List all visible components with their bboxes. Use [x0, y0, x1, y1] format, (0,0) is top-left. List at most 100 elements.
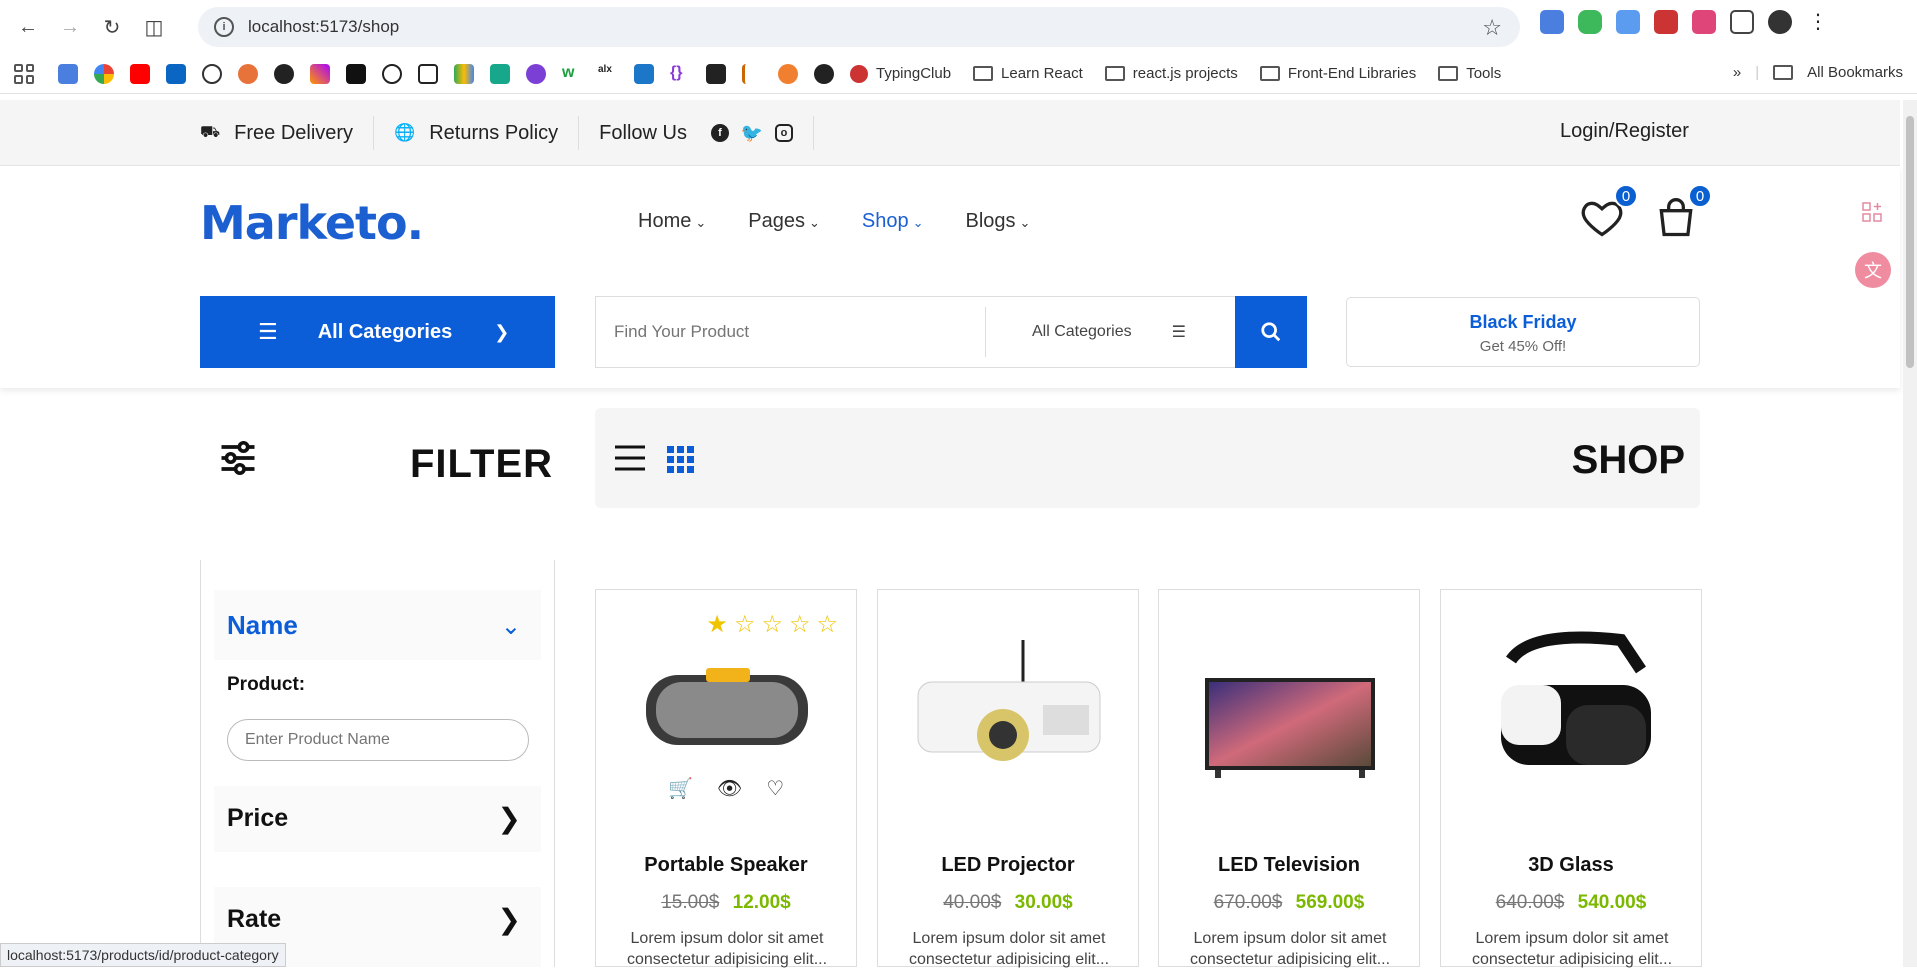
chevron-down-icon: ⌄ — [913, 215, 924, 231]
nav-home[interactable]: Home⌄ — [638, 210, 706, 233]
sliders-icon[interactable] — [216, 436, 260, 480]
black-square-icon[interactable] — [346, 64, 366, 84]
product-card[interactable]: ★ ☆ ☆ ☆ ☆ 🛒 👁 ♡ Portable Speaker 15.00$ … — [595, 589, 857, 967]
product-name[interactable]: LED Television — [1159, 854, 1419, 877]
product-name[interactable]: 3D Glass — [1441, 854, 1701, 877]
e-logo-icon[interactable] — [634, 64, 654, 84]
game-ext-icon[interactable] — [1654, 10, 1678, 34]
facebook-icon[interactable]: f — [711, 124, 729, 142]
notion-icon[interactable] — [418, 64, 438, 84]
scrollbar-thumb[interactable] — [1906, 116, 1914, 368]
product-name-input[interactable] — [227, 719, 529, 761]
bookmark-learn-react[interactable]: Learn React — [973, 65, 1083, 82]
twitter-icon[interactable]: 🐦 — [743, 124, 761, 142]
cart-button[interactable]: 0 — [1654, 196, 1698, 240]
braces-icon[interactable]: {} — [670, 64, 690, 84]
bookmark-typingclub[interactable]: TypingClub — [850, 65, 951, 83]
page-scrollbar[interactable] — [1903, 100, 1917, 967]
filter-price-section[interactable]: Price ❯ — [214, 786, 541, 852]
forward-icon[interactable]: → — [56, 13, 84, 41]
code-icon[interactable] — [706, 64, 726, 84]
gradient-logo-icon[interactable] — [310, 64, 330, 84]
new-price: 12.00$ — [733, 892, 791, 913]
k-logo-icon[interactable] — [490, 64, 510, 84]
youtube-icon[interactable] — [130, 64, 150, 84]
github-icon[interactable] — [814, 64, 834, 84]
grid-view-icon[interactable] — [667, 446, 694, 473]
list-view-icon[interactable] — [613, 444, 647, 472]
back-icon[interactable]: ← — [14, 13, 42, 41]
header-icons: 0 0 — [1580, 196, 1698, 240]
olx-icon[interactable]: alx — [598, 64, 618, 84]
sun-icon[interactable] — [238, 64, 258, 84]
nav-blogs[interactable]: Blogs⌄ — [966, 210, 1031, 233]
shield-ext-icon[interactable] — [1578, 10, 1602, 34]
instagram-icon[interactable]: o — [775, 124, 793, 142]
logo-part2: eto. — [325, 196, 423, 250]
nav-shop[interactable]: Shop⌄ — [862, 210, 924, 233]
filter-header: FILTER — [200, 408, 555, 508]
product-card[interactable]: LED Television 670.00$ 569.00$ Lorem ips… — [1158, 589, 1420, 967]
puzzle-icon[interactable] — [1730, 10, 1754, 34]
reload-icon[interactable]: ↻ — [98, 13, 126, 41]
product-card[interactable]: 3D Glass 640.00$ 540.00$ Lorem ipsum dol… — [1440, 589, 1702, 967]
linkedin-icon[interactable] — [166, 64, 186, 84]
apps-add-icon[interactable] — [1860, 200, 1884, 224]
figure-icon[interactable] — [742, 64, 762, 84]
bookmark-frontend-libraries[interactable]: Front-End Libraries — [1260, 65, 1416, 82]
phone-ext-icon[interactable] — [1616, 10, 1640, 34]
language-ext-icon[interactable] — [1692, 10, 1716, 34]
search-input[interactable] — [596, 307, 986, 357]
heart-icon[interactable]: ♡ — [766, 776, 784, 801]
no-icon[interactable] — [382, 64, 402, 84]
drive-icon[interactable] — [454, 64, 474, 84]
product-name[interactable]: Portable Speaker — [596, 854, 856, 877]
split-view-icon[interactable]: ◫ — [140, 13, 168, 41]
search-button[interactable] — [1235, 296, 1307, 368]
cart-count: 0 — [1688, 184, 1712, 208]
bookmark-label: TypingClub — [876, 65, 951, 82]
folder-icon — [1438, 66, 1458, 81]
site-info-icon[interactable]: i — [214, 17, 234, 37]
bookmark-icons: w alx {} — [58, 64, 834, 84]
shop-toolbar: SHOP — [595, 408, 1700, 508]
product-description: Lorem ipsum dolor sit amet consectetur a… — [616, 928, 838, 970]
bookmark-star-icon[interactable]: ☆ — [1482, 15, 1502, 41]
filter-name-section[interactable]: Name ⌄ — [214, 590, 541, 660]
cart-icon[interactable]: 🛒 — [668, 776, 693, 801]
translate-widget-icon[interactable]: 文 — [1855, 252, 1891, 288]
bookmarks-right: » | All Bookmarks — [1733, 64, 1903, 81]
follow-us: Follow Us f 🐦 o — [599, 116, 814, 150]
returns-policy[interactable]: 🌐 Returns Policy — [394, 116, 579, 150]
login-register-link[interactable]: Login/Register — [1560, 120, 1689, 143]
chevron-down-icon: ⌄ — [809, 215, 820, 231]
profile-avatar[interactable] — [1768, 10, 1792, 34]
address-bar[interactable]: i localhost:5173/shop ☆ — [198, 7, 1520, 47]
orange-grid-icon[interactable] — [778, 64, 798, 84]
product-card[interactable]: LED Projector 40.00$ 30.00$ Lorem ipsum … — [877, 589, 1139, 967]
search-category-select[interactable]: All Categories ☰ — [1032, 322, 1186, 342]
u-logo-icon[interactable] — [526, 64, 546, 84]
site-header: Marketo. Home⌄ Pages⌄ Shop⌄ Blogs⌄ 0 0 ☰… — [0, 166, 1900, 388]
bookmark-tools[interactable]: Tools — [1438, 65, 1501, 82]
product-name[interactable]: LED Projector — [878, 854, 1138, 877]
w-logo-icon[interactable]: w — [562, 64, 582, 84]
chevron-double-right-icon[interactable]: » — [1733, 64, 1741, 81]
google-icon[interactable] — [94, 64, 114, 84]
apps-icon[interactable] — [14, 64, 34, 84]
wishlist-button[interactable]: 0 — [1580, 196, 1624, 240]
circle-logo-icon[interactable] — [274, 64, 294, 84]
chatgpt-icon[interactable] — [202, 64, 222, 84]
bookmark-react-projects[interactable]: react.js projects — [1105, 65, 1238, 82]
translate-ext-icon[interactable] — [1540, 10, 1564, 34]
nav-pages[interactable]: Pages⌄ — [748, 210, 820, 233]
all-bookmarks[interactable]: All Bookmarks — [1807, 64, 1903, 81]
site-logo[interactable]: Marketo. — [200, 196, 423, 250]
menu-dots-icon[interactable]: ⋮ — [1806, 10, 1830, 34]
translate-bookmark-icon[interactable] — [58, 64, 78, 84]
chevron-right-icon: ❯ — [498, 903, 521, 936]
eye-icon[interactable]: 👁 — [717, 776, 742, 801]
promo-banner[interactable]: Black Friday Get 45% Off! — [1346, 297, 1700, 367]
url-text[interactable]: localhost:5173/shop — [248, 17, 399, 37]
all-categories-button[interactable]: ☰ All Categories ❯ — [200, 296, 555, 368]
